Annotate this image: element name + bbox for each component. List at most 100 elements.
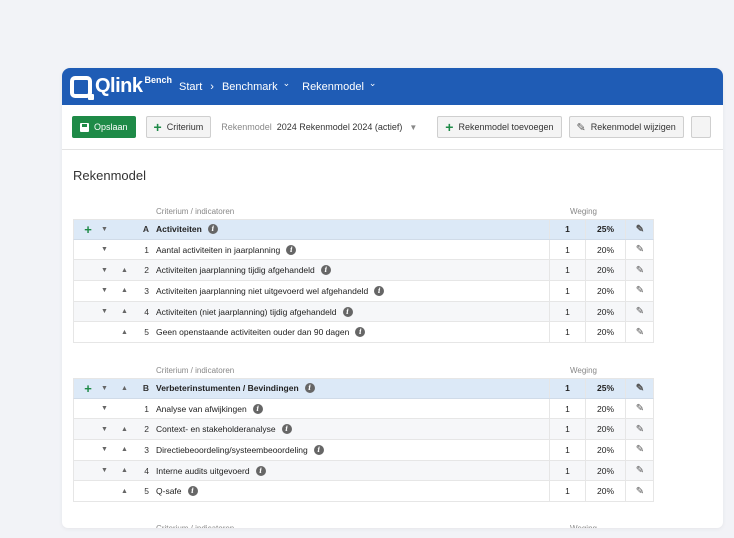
toolbar: Opslaan + Criterium Rekenmodel 2024 Reke… xyxy=(62,105,723,150)
add-model-button[interactable]: + Rekenmodel toevoegen xyxy=(437,116,562,138)
row-weight[interactable]: 1 xyxy=(549,440,585,460)
row-percent: 20% xyxy=(585,419,625,440)
edit-pencil-icon[interactable]: ✎ xyxy=(625,322,654,343)
info-icon[interactable]: i xyxy=(252,403,263,414)
edit-pencil-icon[interactable]: ✎ xyxy=(625,379,654,398)
move-up-icon[interactable]: ▲ xyxy=(121,446,128,453)
move-up-icon[interactable]: ▲ xyxy=(121,426,128,433)
info-icon[interactable]: i xyxy=(281,424,292,435)
row-name: Activiteiten (niet jaarplanning) tijdig … xyxy=(156,306,337,317)
row-name-cell: Interne audits uitgevoerd i xyxy=(156,465,266,476)
row-name: Analyse van afwijkingen xyxy=(156,403,247,414)
row-number: 3 xyxy=(144,444,149,455)
info-icon[interactable]: i xyxy=(320,265,331,276)
row-weight[interactable]: 1 xyxy=(549,239,585,260)
edit-pencil-icon[interactable]: ✎ xyxy=(625,301,654,322)
move-up-icon[interactable]: ▲ xyxy=(121,385,128,392)
add-indicator-plus-icon[interactable]: + xyxy=(82,222,94,237)
criteria-table-c: Criterium / indicatoren Weging xyxy=(73,520,654,528)
row-percent: 20% xyxy=(585,440,625,460)
row-percent: 20% xyxy=(585,281,625,301)
info-icon[interactable]: i xyxy=(187,486,198,497)
group-weight[interactable]: 1 xyxy=(549,220,585,239)
move-up-icon[interactable]: ▲ xyxy=(121,488,128,495)
group-weight[interactable]: 1 xyxy=(549,379,585,398)
table-header: Criterium / indicatoren Weging xyxy=(73,362,654,378)
header-criterion: Criterium / indicatoren xyxy=(156,366,235,375)
edit-pencil-icon[interactable]: ✎ xyxy=(625,440,654,460)
move-down-icon[interactable]: ▼ xyxy=(101,467,108,474)
table-header: Criterium / indicatoren Weging xyxy=(73,520,654,528)
page-title: Rekenmodel xyxy=(73,168,146,183)
info-icon[interactable]: i xyxy=(286,244,297,255)
plus-icon: + xyxy=(153,119,162,135)
row-percent: 20% xyxy=(585,460,625,481)
row-weight[interactable]: 1 xyxy=(549,398,585,419)
info-icon[interactable]: i xyxy=(374,285,385,296)
row-weight[interactable]: 1 xyxy=(549,281,585,301)
move-up-icon[interactable]: ▲ xyxy=(121,287,128,294)
breadcrumb-start[interactable]: Start xyxy=(179,81,202,93)
move-up-icon[interactable]: ▲ xyxy=(121,329,128,336)
row-name: Aantal activiteiten in jaarplanning xyxy=(156,244,281,255)
row-weight[interactable]: 1 xyxy=(549,301,585,322)
row-name: Geen openstaande activiteiten ouder dan … xyxy=(156,327,350,338)
save-button[interactable]: Opslaan xyxy=(72,116,136,138)
edit-pencil-icon[interactable]: ✎ xyxy=(625,220,654,239)
chevron-down-icon[interactable]: ⌄ xyxy=(283,78,291,89)
move-up-icon[interactable]: ▲ xyxy=(121,308,128,315)
header-weight: Weging xyxy=(570,524,597,528)
info-icon[interactable]: i xyxy=(255,465,266,476)
row-number: 5 xyxy=(144,327,149,338)
info-icon[interactable]: i xyxy=(304,383,315,394)
row-name: Interne audits uitgevoerd xyxy=(156,465,250,476)
edit-pencil-icon[interactable]: ✎ xyxy=(625,260,654,281)
row-name-cell: Activiteiten (niet jaarplanning) tijdig … xyxy=(156,306,353,317)
move-down-icon[interactable]: ▼ xyxy=(101,226,108,233)
model-select[interactable]: 2024 Rekenmodel 2024 (actief) xyxy=(277,122,403,132)
move-down-icon[interactable]: ▼ xyxy=(101,308,108,315)
edit-pencil-icon[interactable]: ✎ xyxy=(625,281,654,301)
move-down-icon[interactable]: ▼ xyxy=(101,405,108,412)
add-indicator-plus-icon[interactable]: + xyxy=(82,381,94,396)
move-down-icon[interactable]: ▼ xyxy=(101,385,108,392)
edit-pencil-icon[interactable]: ✎ xyxy=(625,398,654,419)
edit-pencil-icon[interactable]: ✎ xyxy=(625,419,654,440)
breadcrumb-benchmark[interactable]: Benchmark xyxy=(222,81,278,93)
row-weight[interactable]: 1 xyxy=(549,260,585,281)
row-weight[interactable]: 1 xyxy=(549,419,585,440)
row-number: 3 xyxy=(144,285,149,296)
add-criterium-button[interactable]: + Criterium xyxy=(145,116,212,138)
move-down-icon[interactable]: ▼ xyxy=(101,426,108,433)
table-row: ▼ ▲ 2 Context- en stakeholderanalyse i 1 … xyxy=(73,419,654,441)
move-down-icon[interactable]: ▼ xyxy=(101,287,108,294)
row-name: Directiebeoordeling/systeembeoordeling xyxy=(156,444,308,455)
chevron-down-icon[interactable]: ⌄ xyxy=(369,78,377,89)
info-icon[interactable]: i xyxy=(355,327,366,338)
plus-icon: + xyxy=(445,119,454,135)
row-weight[interactable]: 1 xyxy=(549,322,585,343)
more-button[interactable] xyxy=(690,116,711,138)
move-up-icon[interactable]: ▲ xyxy=(121,467,128,474)
row-number: 1 xyxy=(144,403,149,414)
edit-pencil-icon[interactable]: ✎ xyxy=(625,481,654,502)
caret-down-icon[interactable]: ▼ xyxy=(409,123,417,132)
save-icon xyxy=(80,122,89,132)
move-up-icon[interactable]: ▲ xyxy=(121,267,128,274)
row-number: 2 xyxy=(144,265,149,276)
info-icon[interactable]: i xyxy=(313,444,324,455)
breadcrumb-rekenmodel[interactable]: Rekenmodel xyxy=(302,81,364,93)
edit-pencil-icon[interactable]: ✎ xyxy=(625,460,654,481)
row-number: 1 xyxy=(144,244,149,255)
row-name: Activiteiten jaarplanning tijdig afgehan… xyxy=(156,265,315,276)
move-down-icon[interactable]: ▼ xyxy=(101,246,108,253)
edit-model-button[interactable]: ✎ Rekenmodel wijzigen xyxy=(568,116,684,138)
row-weight[interactable]: 1 xyxy=(549,481,585,502)
move-down-icon[interactable]: ▼ xyxy=(101,267,108,274)
qlink-logo[interactable]: Qlink Bench xyxy=(70,68,172,105)
edit-pencil-icon[interactable]: ✎ xyxy=(625,239,654,260)
row-weight[interactable]: 1 xyxy=(549,460,585,481)
info-icon[interactable]: i xyxy=(207,224,218,235)
info-icon[interactable]: i xyxy=(342,306,353,317)
move-down-icon[interactable]: ▼ xyxy=(101,446,108,453)
